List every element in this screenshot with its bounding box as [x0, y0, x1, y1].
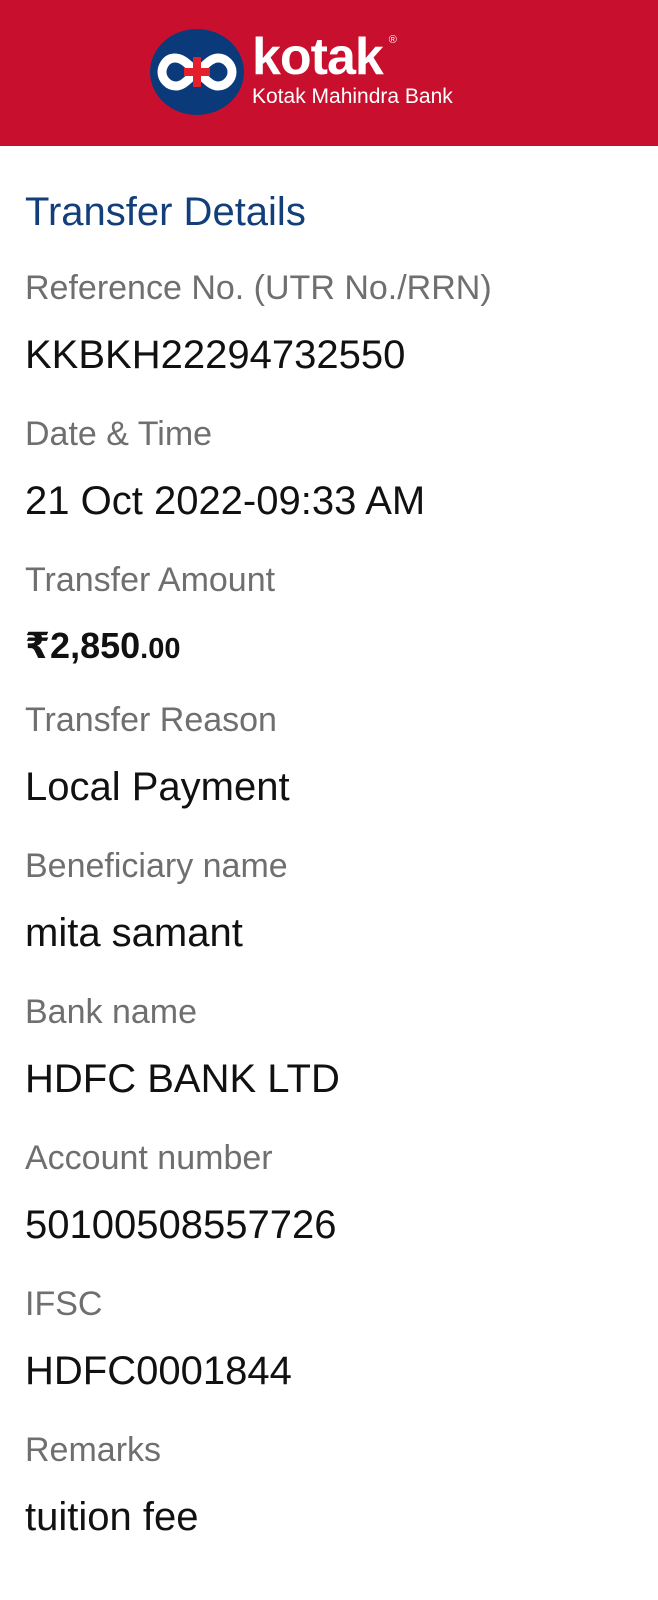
field-account: Account number 50100508557726	[25, 1138, 336, 1248]
field-datetime: Date & Time 21 Oct 2022-09:33 AM	[25, 414, 425, 524]
datetime-label: Date & Time	[25, 415, 213, 453]
beneficiary-label: Beneficiary name	[25, 847, 288, 885]
datetime-value: 21 Oct 2022-09:33 AM	[25, 479, 426, 523]
field-amount: Transfer Amount ₹2,850.00	[25, 560, 275, 669]
reason-value: Local Payment	[25, 765, 290, 809]
ifsc-label: IFSC	[25, 1285, 103, 1323]
reference-label: Reference No. (UTR No./RRN)	[25, 269, 492, 307]
reference-value: KKBKH22294732550	[25, 333, 406, 377]
logo-text: kotak ® Kotak Mahindra Bank	[252, 31, 453, 109]
remarks-value: tuition fee	[25, 1495, 199, 1539]
bank-label: Bank name	[25, 993, 197, 1031]
field-beneficiary: Beneficiary name mita samant	[25, 846, 288, 956]
app-header: kotak ® Kotak Mahindra Bank	[0, 0, 658, 146]
field-bank: Bank name HDFC BANK LTD	[25, 992, 340, 1102]
field-reason: Transfer Reason Local Payment	[25, 700, 290, 810]
beneficiary-value: mita samant	[25, 911, 243, 955]
account-label: Account number	[25, 1139, 273, 1177]
kotak-logo: kotak ® Kotak Mahindra Bank	[148, 25, 453, 119]
bank-fullname: Kotak Mahindra Bank	[252, 85, 453, 108]
bank-value: HDFC BANK LTD	[25, 1057, 340, 1101]
field-reference: Reference No. (UTR No./RRN) KKBKH2229473…	[25, 268, 492, 378]
reason-label: Transfer Reason	[25, 701, 277, 739]
ifsc-value: HDFC0001844	[25, 1349, 292, 1393]
page-title: Transfer Details	[25, 190, 306, 234]
amount-label: Transfer Amount	[25, 561, 276, 599]
brand-wordmark: kotak ®	[252, 28, 397, 86]
amount-minor: .00	[140, 633, 181, 665]
field-remarks: Remarks tuition fee	[25, 1430, 198, 1540]
account-value: 50100508557726	[25, 1203, 337, 1247]
remarks-label: Remarks	[25, 1431, 162, 1469]
kotak-infinity-logo-icon	[150, 29, 244, 115]
field-ifsc: IFSC HDFC0001844	[25, 1284, 292, 1394]
amount-major: ₹2,850	[25, 625, 141, 666]
amount-value: ₹2,850.00	[25, 626, 275, 669]
registered-mark: ®	[388, 34, 397, 46]
